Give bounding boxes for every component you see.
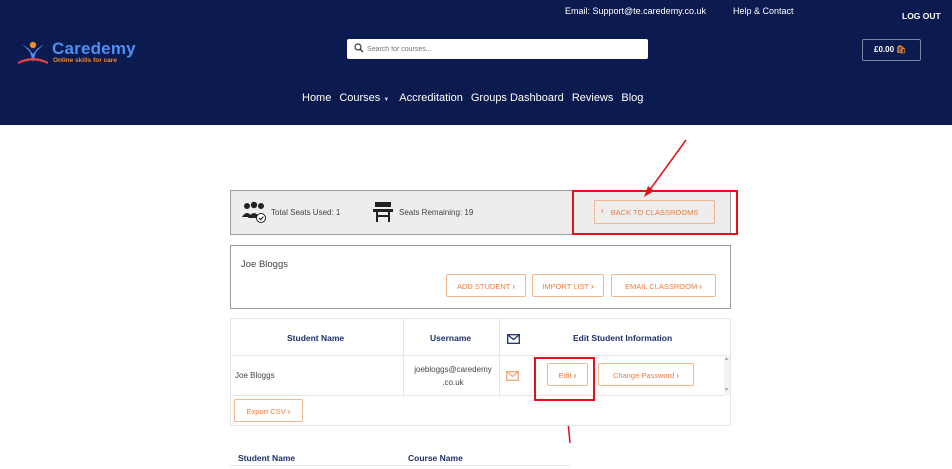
chevron-right-icon: ›: [591, 282, 594, 291]
column-header-student-name: Student Name: [287, 333, 345, 343]
row-divider: [231, 395, 724, 396]
courses-column-header-course-name: Course Name: [408, 453, 463, 463]
username-line-1: joebloggs@caredemy: [414, 365, 492, 374]
email-classroom-label: EMAIL CLASSROOM: [624, 282, 698, 291]
column-header-edit-info: Edit Student Information: [573, 333, 673, 343]
table-row-username: joebloggs@caredemy .co.uk: [403, 363, 503, 389]
classroom-name: Joe Bloggs: [241, 259, 289, 270]
table-scrollbar[interactable]: ▲ ▼: [724, 355, 730, 395]
change-password-button[interactable]: Change Password ›: [598, 363, 694, 386]
change-password-label: Change Password: [612, 371, 675, 380]
chevron-right-icon: ›: [676, 371, 680, 380]
import-list-label: IMPORT LIST: [542, 282, 589, 291]
scroll-down-icon[interactable]: ▼: [724, 387, 729, 393]
username-line-2: .co.uk: [442, 378, 464, 387]
chevron-right-icon: ›: [699, 282, 702, 291]
add-student-label: ADD STUDENT: [457, 282, 511, 291]
courses-column-header-student-name: Student Name: [238, 453, 296, 463]
email-student-icon[interactable]: [506, 371, 519, 381]
chevron-right-icon: ›: [512, 282, 515, 291]
arrow-to-back-button: [648, 139, 687, 192]
add-student-button[interactable]: ADD STUDENT ›: [446, 274, 526, 297]
import-list-button[interactable]: IMPORT LIST ›: [532, 274, 604, 297]
email-classroom-button[interactable]: EMAIL CLASSROOM ›: [611, 274, 716, 297]
scroll-up-icon[interactable]: ▲: [724, 356, 729, 362]
highlight-box-edit-button: [534, 357, 595, 401]
row-divider: [230, 465, 570, 466]
row-divider: [231, 355, 724, 356]
email-all-icon[interactable]: [507, 334, 520, 344]
export-csv-label: Export CSV: [246, 407, 286, 416]
table-row-student-name: Joe Bloggs: [235, 371, 275, 380]
chevron-right-icon: ›: [287, 407, 291, 416]
column-header-username: Username: [430, 333, 472, 343]
arrow-head-back: [644, 186, 654, 197]
export-csv-button[interactable]: Export CSV ›: [234, 399, 303, 422]
